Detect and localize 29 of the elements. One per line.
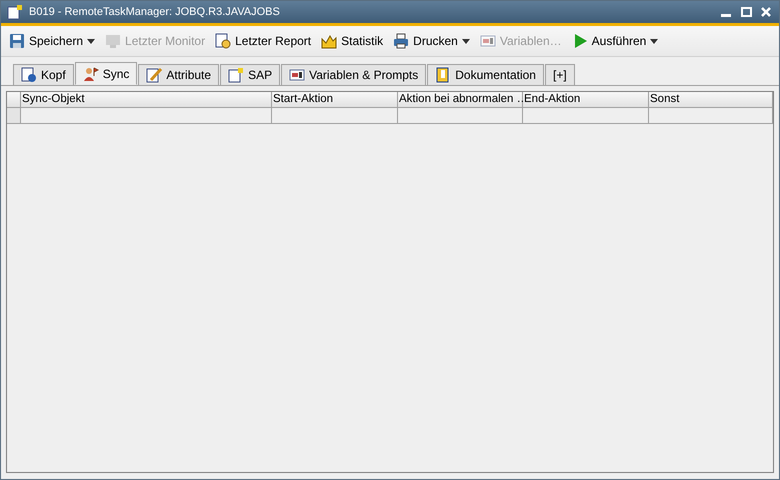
column-header[interactable]: Sonst <box>649 92 773 108</box>
row-header-corner <box>7 92 21 108</box>
maximize-icon[interactable] <box>739 5 753 19</box>
document-pencil-icon <box>146 67 162 83</box>
column-header[interactable]: Sync-Objekt <box>21 92 272 108</box>
window-title: B019 - RemoteTaskManager: JOBQ.R3.JAVAJOBS <box>29 6 281 18</box>
caret-icon[interactable] <box>87 38 96 44</box>
close-icon[interactable] <box>759 5 773 19</box>
toolbar-button[interactable]: Ausführen <box>572 33 646 49</box>
tab[interactable]: SAP <box>220 64 280 85</box>
toolbar-button[interactable]: Statistik <box>321 33 384 49</box>
document-icon <box>228 67 244 83</box>
toolbar-button[interactable]: Letzter Report <box>215 33 312 49</box>
tab[interactable]: Sync <box>74 62 138 85</box>
toolbar-button[interactable]: Drucken <box>393 33 458 49</box>
toolbar-button[interactable]: Speichern <box>9 33 84 49</box>
tab[interactable]: [+] <box>544 64 575 85</box>
tab[interactable]: Kopf <box>13 64 74 85</box>
caret-icon[interactable] <box>650 38 658 44</box>
tab[interactable]: Attribute <box>138 64 220 85</box>
column-header[interactable]: Start-Aktion <box>272 92 398 108</box>
caret-icon[interactable] <box>462 38 470 44</box>
book-icon <box>435 67 452 83</box>
column-header[interactable]: End-Aktion <box>523 92 649 108</box>
tab[interactable]: Variablen & Prompts <box>281 64 426 85</box>
printer-icon <box>393 33 410 49</box>
document-icon <box>7 4 23 20</box>
person-flag-icon <box>82 66 99 82</box>
tab[interactable]: Dokumentation <box>427 64 544 85</box>
